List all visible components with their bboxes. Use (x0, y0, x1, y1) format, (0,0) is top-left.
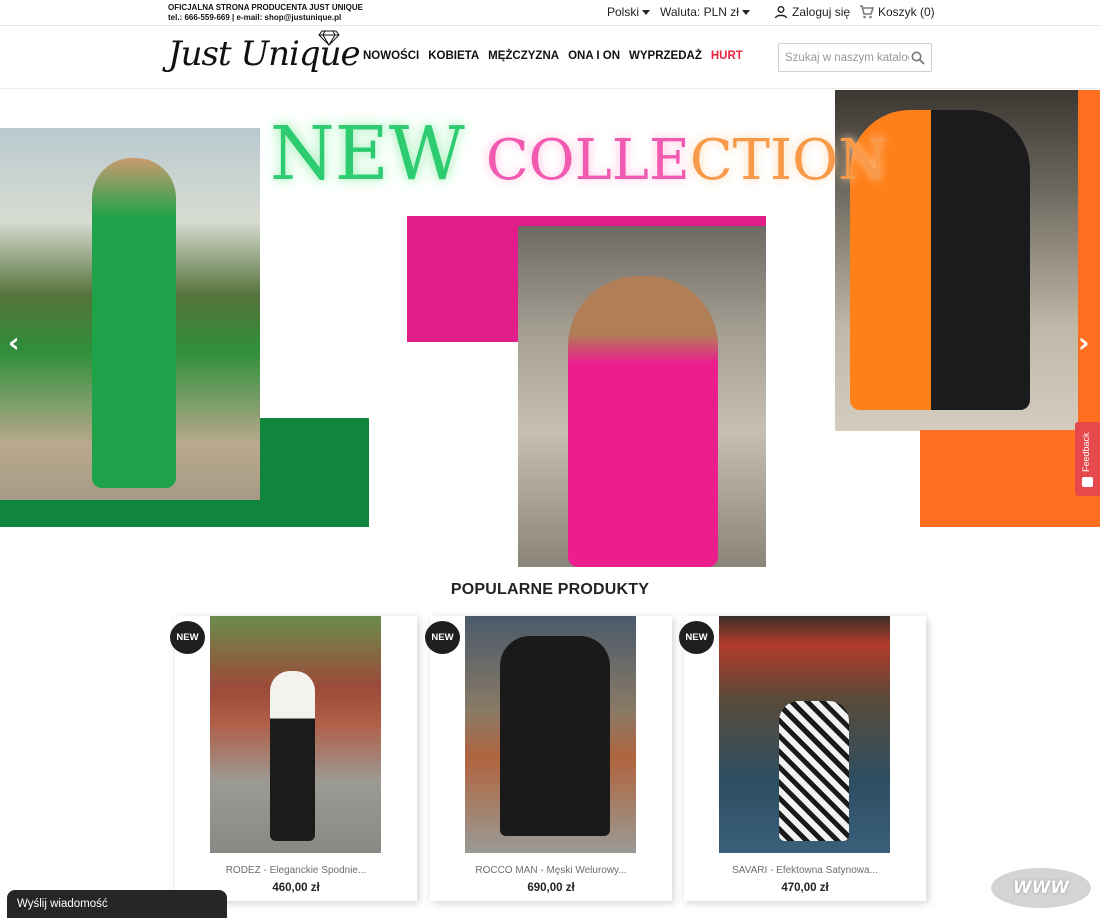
product-name[interactable]: RODEZ - Eleganckie Spodnie... (175, 865, 417, 876)
headline-ction: CTION (689, 128, 888, 193)
headline-colle: COLLE (485, 128, 690, 193)
new-badge: NEW (425, 621, 460, 654)
carousel-next-arrow[interactable]: › (1078, 326, 1090, 359)
nav-item-hurt[interactable]: HURT (711, 50, 743, 62)
hero-headline: NEW COLLECTION (270, 114, 887, 201)
currency-label: Waluta: PLN zł (660, 5, 739, 19)
product-image[interactable] (719, 616, 890, 853)
product-card[interactable]: NEW SAVARI - Efektowna Satynowa... 470,0… (679, 616, 926, 901)
product-image[interactable] (210, 616, 381, 853)
cart-icon (860, 5, 874, 19)
cart-label: Koszyk (0) (878, 5, 935, 19)
nav-item-ona-i-on[interactable]: ONA I ON (568, 50, 620, 62)
search-box (778, 43, 932, 72)
product-image[interactable] (465, 616, 636, 853)
currency-selector[interactable]: Waluta: PLN zł (660, 5, 750, 19)
product-name[interactable]: SAVARI - Efektowna Satynowa... (684, 865, 926, 876)
cart-link[interactable]: Koszyk (0) (859, 5, 935, 19)
headline-new: NEW (270, 111, 465, 197)
store-info-contact: tel.: 666-559-669 | e-mail: shop@justuni… (168, 13, 342, 22)
store-info-title: OFICJALNA STRONA PRODUCENTA JUST UNIQUE (168, 3, 363, 12)
orange-decor-strip (1078, 90, 1100, 430)
section-title: POPULARNE PRODUKTY (450, 581, 650, 598)
product-name[interactable]: ROCCO MAN - Męski Welurowy... (430, 865, 672, 876)
chevron-down-icon (642, 10, 651, 16)
logo[interactable]: Just Unique (168, 30, 361, 74)
search-icon[interactable] (911, 51, 925, 65)
main-nav: NOWOŚCI KOBIETA MĘŻCZYZNA ONA I ON WYPRZ… (363, 50, 743, 62)
hero-carousel[interactable]: NEW COLLECTION ‹ › (0, 90, 1100, 567)
search-input[interactable] (785, 49, 909, 67)
orange-decor-block (920, 430, 1100, 527)
chat-widget[interactable]: Wyślij wiadomość (7, 890, 227, 918)
model-figure (568, 276, 718, 567)
product-card[interactable]: NEW ROCCO MAN - Męski Welurowy... 690,00… (425, 616, 672, 901)
chevron-down-icon (741, 10, 750, 16)
model-figure (779, 701, 849, 841)
language-label: Polski (607, 5, 640, 19)
user-icon (774, 6, 788, 19)
new-badge: NEW (679, 621, 714, 654)
product-card[interactable]: NEW RODEZ - Eleganckie Spodnie... 460,00… (170, 616, 417, 901)
login-label: Zaloguj się (792, 5, 851, 19)
hero-photo-green-outfit (0, 128, 260, 500)
feedback-label: Feedback (1081, 432, 1091, 472)
nav-item-wyprzedaz[interactable]: WYPRZEDAŻ (629, 50, 702, 62)
main-header: Just Unique NOWOŚCI KOBIETA MĘŻCZYZNA ON… (0, 26, 1100, 89)
new-badge: NEW (170, 621, 205, 654)
nav-item-nowosci[interactable]: NOWOŚCI (363, 50, 419, 62)
hero-photo-pink-dress (518, 226, 766, 567)
www-badge[interactable]: WWW (991, 868, 1091, 908)
top-bar: OFICJALNA STRONA PRODUCENTA JUST UNIQUE … (0, 0, 1100, 26)
model-figure (92, 158, 176, 488)
login-link[interactable]: Zaloguj się (774, 5, 850, 19)
product-price: 470,00 zł (781, 882, 829, 894)
model-figure (270, 671, 315, 841)
nav-item-mezczyzna[interactable]: MĘŻCZYZNA (488, 50, 559, 62)
diamond-icon (318, 30, 340, 46)
store-info: OFICJALNA STRONA PRODUCENTA JUST UNIQUE … (168, 3, 363, 23)
carousel-prev-arrow[interactable]: ‹ (8, 326, 20, 359)
nav-item-kobieta[interactable]: KOBIETA (428, 50, 479, 62)
feedback-tab[interactable]: Feedback (1075, 422, 1100, 496)
language-selector[interactable]: Polski (607, 5, 651, 19)
product-price: 690,00 zł (527, 882, 575, 894)
model-figure (500, 636, 610, 836)
feedback-icon (1082, 477, 1093, 487)
